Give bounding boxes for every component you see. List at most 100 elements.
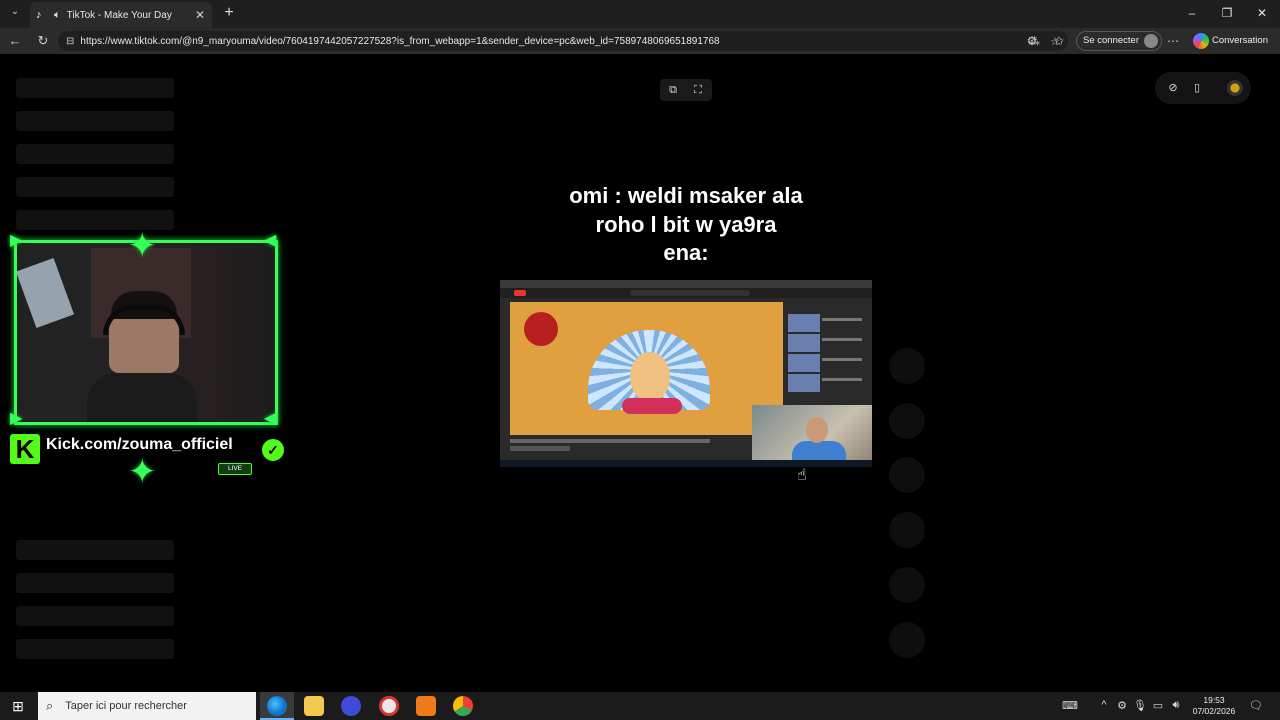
embedded-facecam <box>752 405 872 467</box>
flower-decoration <box>524 312 558 346</box>
conversation-label: Conversation <box>1212 35 1268 46</box>
browser-tab-bar: ⌄ ♪ 🔈︎ TikTok - Make Your Day ✕ + – ❐ ✕ <box>0 0 1280 28</box>
sparkle-top-icon: ✦ <box>128 227 157 265</box>
top-right-actions: ⊘ ▯ <box>1155 72 1251 104</box>
video-player[interactable] <box>500 280 872 467</box>
cartoon-characters <box>630 352 670 402</box>
compass-icon[interactable]: ⊘ <box>1165 80 1181 96</box>
caption-line: ena: <box>663 240 709 265</box>
extensions-icon[interactable]: ⚙ <box>1024 34 1040 48</box>
speaker-icon[interactable]: 🔈︎ <box>54 9 61 22</box>
embedded-browser-bar <box>500 280 872 288</box>
copilot-icon <box>1193 33 1209 49</box>
volume-icon[interactable]: 🔊︎ <box>1169 699 1183 712</box>
favorites-icon[interactable]: ✩ <box>1051 34 1067 48</box>
embedded-taskbar <box>500 460 872 467</box>
sidebar-skeleton <box>16 177 174 197</box>
edge-icon[interactable] <box>267 696 287 716</box>
kick-url: Kick.com/zouma_officiel <box>46 436 233 453</box>
keyboard-icon[interactable]: ⌨ <box>1062 699 1078 712</box>
suggested-video-thumb <box>788 374 820 392</box>
file-explorer-icon[interactable] <box>304 696 324 716</box>
notifications-icon[interactable]: 🗨︎ <box>1249 699 1263 712</box>
caption-line: omi : weldi msaker ala <box>569 183 803 208</box>
address-bar[interactable]: ⊟ https://www.tiktok.com/@n9_maryouma/vi… <box>58 31 1068 51</box>
suggested-video-text <box>822 358 862 361</box>
user-avatar[interactable] <box>1227 80 1243 96</box>
stream-overlay: ✦ ✦ ▶ ◀ ▶ ◀ K Kick.com/zouma_officiel ✓ … <box>6 227 290 491</box>
suggested-video-text <box>822 378 862 381</box>
kick-logo-icon: K <box>10 434 40 464</box>
microphone-icon[interactable]: 🎙︎ <box>1133 699 1147 712</box>
action-button-placeholder[interactable] <box>889 567 925 603</box>
tiktok-favicon-icon: ♪ <box>36 9 42 21</box>
suggested-video-thumb <box>788 354 820 372</box>
profile-avatar-icon <box>1143 34 1158 48</box>
browser-tab[interactable]: ♪ 🔈︎ TikTok - Make Your Day ✕ <box>30 2 212 28</box>
new-tab-button[interactable]: + <box>220 4 238 22</box>
sidebar-skeleton <box>16 111 174 131</box>
arrow-corner-icon: ◀ <box>264 410 277 427</box>
roses-decoration <box>622 398 682 414</box>
sign-in-button[interactable]: Se connecter <box>1076 31 1162 51</box>
refresh-icon[interactable]: ↻ <box>34 33 52 49</box>
clock-time: 19:53 <box>1203 695 1225 705</box>
fullscreen-icon[interactable]: ⛶ <box>691 83 705 97</box>
caption-line: roho l bit w ya9ra <box>595 211 777 237</box>
video-controls: ⧉ ⛶ <box>660 79 712 101</box>
action-button-placeholder[interactable] <box>889 622 925 658</box>
video-caption: omi : weldi msaker ala roho l bit w ya9r… <box>500 182 872 268</box>
app-icon[interactable] <box>379 696 399 716</box>
search-placeholder: Taper ici pour rechercher <box>65 700 187 712</box>
back-icon[interactable]: ← <box>6 33 24 48</box>
tab-actions-menu-icon[interactable]: ⌄ <box>6 6 24 22</box>
sidebar-skeleton <box>16 540 174 560</box>
embedded-channel-row <box>510 446 570 451</box>
person-head <box>806 417 828 443</box>
action-button-placeholder[interactable] <box>889 403 925 439</box>
minimize-icon[interactable]: – <box>1182 6 1202 20</box>
kick-banner: K Kick.com/zouma_officiel ✓ LIVE <box>6 432 290 475</box>
network-icon[interactable]: ▭ <box>1151 699 1165 712</box>
action-button-placeholder[interactable] <box>889 512 925 548</box>
action-button-placeholder[interactable] <box>889 457 925 493</box>
windows-start-icon[interactable]: ⊞ <box>8 698 28 714</box>
suggested-video-thumb <box>788 334 820 352</box>
facecam-frame <box>14 240 278 425</box>
embedded-video-frame <box>510 302 783 435</box>
streamer-shirt <box>87 373 197 422</box>
restore-icon[interactable]: ❐ <box>1217 6 1237 20</box>
sidebar-skeleton <box>16 606 174 626</box>
arrow-corner-icon: ▶ <box>10 410 23 427</box>
embedded-search-bar <box>630 290 750 296</box>
close-tab-icon[interactable]: ✕ <box>194 8 206 22</box>
more-options-icon[interactable]: ⋯ <box>1165 34 1181 48</box>
site-info-icon[interactable]: ⊟ <box>66 36 74 47</box>
action-button-placeholder[interactable] <box>889 348 925 384</box>
show-hidden-icons-icon[interactable]: ^ <box>1097 699 1111 711</box>
clock-date: 07/02/2026 <box>1192 706 1236 716</box>
suggested-video-text <box>822 318 862 321</box>
close-window-icon[interactable]: ✕ <box>1252 6 1272 20</box>
copilot-conversation-button[interactable]: Conversation <box>1190 31 1274 51</box>
chrome-profile-icon[interactable] <box>341 696 361 716</box>
browser-toolbar: ← ↻ ⊟ https://www.tiktok.com/@n9_maryoum… <box>0 28 1280 54</box>
chrome-icon[interactable] <box>453 696 473 716</box>
taskbar-clock[interactable]: 19:53 07/02/2026 <box>1186 695 1242 717</box>
taskbar-search-box[interactable]: ⌕ Taper ici pour rechercher <box>38 692 256 720</box>
mobile-icon[interactable]: ▯ <box>1189 80 1205 96</box>
hand-cursor-icon: ☝︎ <box>797 467 807 484</box>
sign-in-label: Se connecter <box>1083 35 1139 46</box>
tray-app-icon[interactable]: ⚙ <box>1115 699 1129 712</box>
arrow-corner-icon: ◀ <box>264 232 277 249</box>
search-icon: ⌕ <box>46 698 54 713</box>
screen: ⌄ ♪ 🔈︎ TikTok - Make Your Day ✕ + – ❐ ✕ … <box>0 0 1280 720</box>
sidebar-skeleton <box>16 78 174 98</box>
verified-check-icon: ✓ <box>260 437 286 463</box>
app-orange-icon[interactable] <box>416 696 436 716</box>
tab-title: TikTok - Make Your Day <box>66 9 172 21</box>
pip-icon[interactable]: ⧉ <box>666 83 680 97</box>
url-text[interactable]: https://www.tiktok.com/@n9_maryouma/vide… <box>80 36 1019 47</box>
windows-taskbar: ⊞ ⌕ Taper ici pour rechercher ⌨ ^ ⚙ 🎙︎ ▭… <box>0 692 1280 720</box>
sidebar-skeleton <box>16 573 174 593</box>
